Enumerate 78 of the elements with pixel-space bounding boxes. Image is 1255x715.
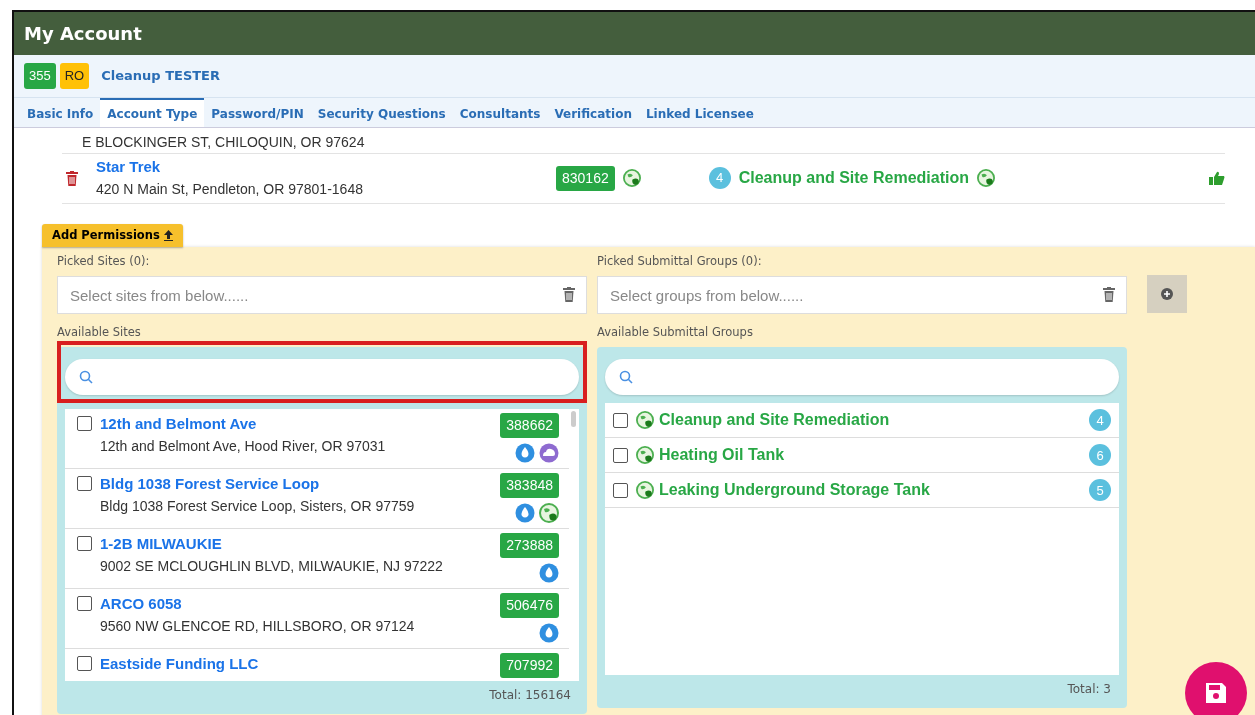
total-count: Total: 3 bbox=[1066, 681, 1112, 699]
globe-icon bbox=[539, 503, 559, 524]
role-badge: RO bbox=[59, 63, 90, 89]
water-drop-icon bbox=[539, 623, 559, 644]
section-label: Available Submittal Groups bbox=[597, 324, 754, 341]
tab[interactable]: Linked Licensee bbox=[638, 97, 761, 127]
site-address: 9560 NW GLENCOE RD, HILLSBORO, OR 97124 bbox=[100, 616, 416, 636]
globe-icon bbox=[977, 169, 995, 187]
checkbox[interactable] bbox=[77, 476, 92, 492]
site-address: 9002 SE MCLOUGHLIN BLVD, MILWAUKIE, NJ 97222 bbox=[100, 556, 444, 576]
tab[interactable]: Security Questions bbox=[310, 97, 453, 127]
upload-icon bbox=[163, 229, 173, 241]
add-button[interactable] bbox=[1147, 274, 1187, 313]
site-link[interactable]: Bldg 1038 Forest Service Loop bbox=[100, 473, 501, 496]
checkbox[interactable] bbox=[77, 596, 92, 612]
site-address: 420 N Main St, Pendleton, OR 97801-1648 bbox=[96, 179, 364, 199]
cloud-icon bbox=[539, 443, 559, 464]
field-label: Picked Submittal Groups (0): bbox=[597, 252, 763, 270]
site-address: 12th and Belmont Ave, Hood River, OR 97031 bbox=[100, 436, 387, 456]
checkbox[interactable] bbox=[613, 447, 628, 463]
site-link[interactable]: ARCO 6058 bbox=[100, 593, 501, 616]
count-badge: 4 bbox=[708, 167, 731, 189]
site-address: Bldg 1038 Forest Service Loop, Sisters, OR 97759 bbox=[100, 496, 416, 516]
site-link[interactable]: Star Trek bbox=[96, 156, 556, 179]
globe-icon bbox=[622, 169, 641, 187]
tab[interactable]: Password/PIN bbox=[204, 97, 311, 127]
tab[interactable]: Consultants bbox=[452, 97, 548, 127]
tab[interactable]: Account Type bbox=[100, 97, 205, 127]
site-id-badge: 388662 bbox=[500, 413, 559, 439]
search-field[interactable] bbox=[605, 359, 1119, 396]
site-id-badge: 830162 bbox=[556, 165, 615, 191]
group-name: Cleanup and Site Remediation bbox=[738, 168, 969, 188]
water-drop-icon bbox=[515, 443, 535, 464]
site-id-badge: 707992 bbox=[500, 653, 559, 679]
search-icon bbox=[619, 370, 633, 385]
checkbox[interactable] bbox=[77, 536, 92, 552]
section-label: Available Sites bbox=[57, 324, 142, 341]
site-link[interactable]: 12th and Belmont Ave bbox=[100, 413, 501, 436]
page-title: My Account bbox=[14, 12, 1255, 55]
plus-icon bbox=[1161, 287, 1173, 300]
group-name[interactable]: Cleanup and Site Remediation bbox=[659, 408, 1089, 433]
checkbox[interactable] bbox=[613, 412, 628, 428]
thumbs-up-icon[interactable] bbox=[1209, 171, 1225, 185]
globe-icon bbox=[636, 481, 654, 500]
water-drop-icon bbox=[539, 563, 559, 584]
group-name[interactable]: Heating Oil Tank bbox=[659, 443, 1089, 468]
tab[interactable]: Verification bbox=[547, 97, 639, 127]
checkbox[interactable] bbox=[77, 416, 92, 432]
globe-icon bbox=[636, 446, 654, 465]
water-drop-icon bbox=[515, 503, 535, 524]
total-count: Total: 156164 bbox=[488, 687, 572, 705]
count-badge: 6 bbox=[1089, 444, 1111, 467]
checkbox[interactable] bbox=[613, 482, 628, 498]
tab[interactable]: Basic Info bbox=[20, 97, 101, 127]
globe-icon bbox=[636, 411, 654, 430]
scrollbar[interactable] bbox=[571, 411, 576, 428]
group-name[interactable]: Leaking Underground Storage Tank bbox=[659, 478, 1089, 503]
add-permissions-button[interactable]: Add Permissions bbox=[42, 223, 183, 247]
checkbox[interactable] bbox=[77, 656, 92, 672]
site-link[interactable]: 1-2B MILWAUKIE bbox=[100, 533, 501, 556]
trash-icon[interactable] bbox=[1103, 287, 1115, 302]
picked-field[interactable]: Select sites from below...... bbox=[57, 276, 587, 314]
account-name: Cleanup TESTER bbox=[101, 67, 220, 85]
id-badge: 355 bbox=[24, 63, 56, 89]
search-field[interactable] bbox=[65, 359, 579, 396]
trash-icon[interactable] bbox=[563, 287, 575, 302]
site-id-badge: 383848 bbox=[500, 473, 559, 499]
search-icon bbox=[79, 370, 93, 385]
save-icon bbox=[1204, 681, 1228, 705]
site-link[interactable]: Eastside Funding LLC bbox=[100, 653, 501, 676]
site-id-badge: 273888 bbox=[500, 533, 559, 559]
trash-icon[interactable] bbox=[66, 170, 78, 186]
picked-field[interactable]: Select groups from below...... bbox=[597, 276, 1127, 314]
count-badge: 4 bbox=[1089, 409, 1111, 432]
field-label: Picked Sites (0): bbox=[57, 252, 151, 270]
count-badge: 5 bbox=[1089, 479, 1111, 502]
site-address: E BLOCKINGER ST, CHILOQUIN, OR 97624 bbox=[82, 132, 365, 152]
site-id-badge: 506476 bbox=[500, 593, 559, 619]
